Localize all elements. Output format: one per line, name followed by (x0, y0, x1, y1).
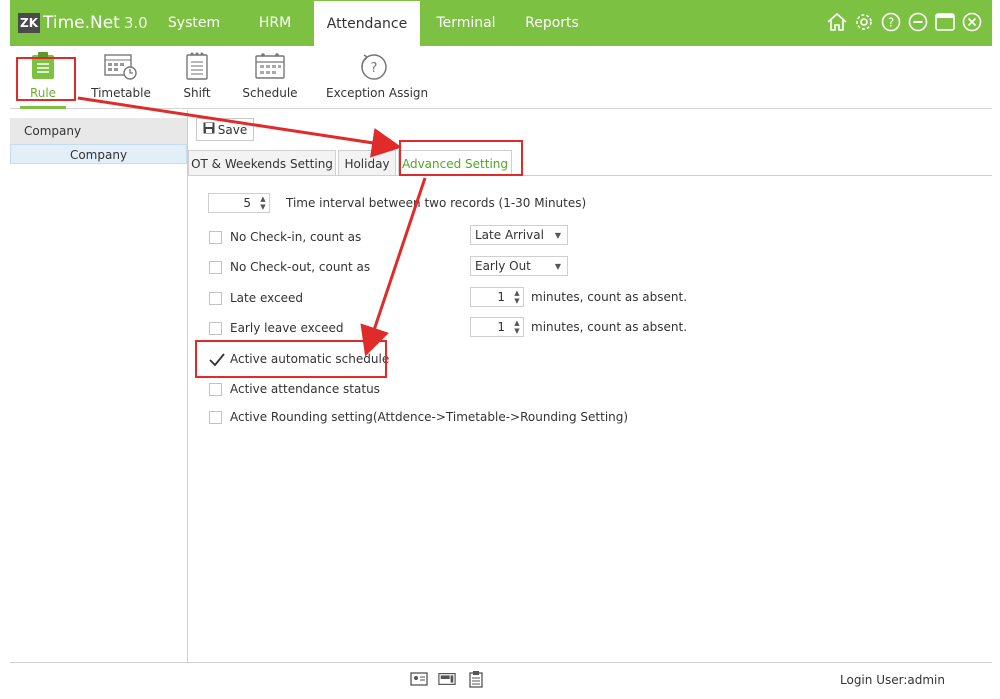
schedule-icon (254, 51, 286, 84)
tab-ot-weekends-setting[interactable]: OT & Weekends Setting (188, 150, 336, 176)
menu-tab-reports[interactable]: Reports (518, 0, 586, 46)
toolbar-timetable-label: Timetable (91, 86, 151, 100)
active-rounding-checkbox[interactable] (209, 411, 222, 424)
tab-holiday[interactable]: Holiday (338, 150, 396, 176)
no-checkout-select[interactable]: Early Out ▼ (470, 256, 568, 276)
interval-stepper[interactable]: 5 ▲ ▼ (208, 193, 270, 213)
login-user-label: Login User:admin (840, 673, 945, 687)
checkmark-icon (209, 353, 225, 367)
menu-tab-terminal[interactable]: Terminal (430, 0, 502, 46)
late-exceed-suffix: minutes, count as absent. (531, 290, 688, 304)
device-icon[interactable] (438, 670, 456, 688)
id-card-icon[interactable] (410, 670, 428, 688)
logo-badge: ZK (18, 13, 40, 33)
save-icon (203, 122, 215, 137)
toolbar (10, 46, 992, 109)
close-icon[interactable] (961, 11, 983, 33)
interval-value: 5 (243, 196, 251, 210)
late-exceed-stepper[interactable]: 1 ▲ ▼ (470, 287, 524, 307)
tab-advanced-setting[interactable]: Advanced Setting (398, 150, 512, 176)
home-icon[interactable] (826, 11, 848, 33)
toolbar-schedule-label: Schedule (242, 86, 298, 100)
early-leave-exceed-stepper[interactable]: 1 ▲ ▼ (470, 317, 524, 337)
toolbar-rule-label: Rule (29, 86, 57, 100)
save-label: Save (217, 122, 248, 137)
toolbar-exception-assign[interactable]: ? Exception Assign (326, 46, 429, 106)
help-icon[interactable]: ? (880, 11, 902, 33)
stepper-arrows-icon[interactable]: ▲ ▼ (257, 195, 269, 211)
toolbar-rule[interactable]: Rule (14, 46, 72, 109)
shift-icon (184, 51, 210, 84)
rule-icon (30, 51, 56, 84)
active-attendance-status-label: Active attendance status (230, 382, 380, 396)
toolbar-shift[interactable]: Shift (172, 46, 222, 106)
early-leave-exceed-suffix: minutes, count as absent. (531, 320, 688, 334)
late-exceed-label: Late exceed (230, 291, 303, 305)
chevron-down-icon: ▼ (554, 230, 561, 240)
toolbar-shift-label: Shift (183, 86, 211, 100)
no-checkin-select[interactable]: Late Arrival ▼ (470, 225, 568, 245)
early-leave-exceed-label: Early leave exceed (230, 321, 344, 335)
no-checkout-checkbox[interactable] (209, 261, 222, 274)
svg-text:?: ? (371, 61, 378, 76)
interval-label: Time interval between two records (1-30 … (286, 196, 587, 210)
save-button[interactable]: Save (196, 118, 254, 141)
toolbar-schedule[interactable]: Schedule (238, 46, 302, 106)
active-attendance-status-checkbox[interactable] (209, 383, 222, 396)
no-checkin-selected: Late Arrival (475, 228, 544, 242)
late-exceed-value: 1 (497, 290, 505, 304)
toolbar-timetable[interactable]: Timetable (88, 46, 154, 106)
tab-divider (188, 175, 992, 176)
toolbar-exception-assign-label: Exception Assign (326, 86, 429, 100)
menu-tab-attendance[interactable]: Attendance (314, 1, 420, 46)
menu-tab-hrm[interactable]: HRM (245, 0, 305, 46)
late-exceed-checkbox[interactable] (209, 292, 222, 305)
active-rounding-label: Active Rounding setting(Attdence->Timeta… (230, 410, 629, 424)
no-checkout-selected: Early Out (475, 259, 531, 273)
stepper-arrows-icon[interactable]: ▲ ▼ (511, 319, 523, 335)
gear-icon[interactable] (853, 11, 875, 33)
early-leave-exceed-checkbox[interactable] (209, 322, 222, 335)
left-panel: Company Company (10, 110, 188, 662)
app-name: Time.Net (43, 13, 120, 33)
window-controls: ? (826, 11, 983, 33)
exception-assign-icon: ? (357, 51, 391, 86)
menu-tab-system[interactable]: System (158, 0, 230, 46)
early-leave-exceed-value: 1 (497, 320, 505, 334)
no-checkout-label: No Check-out, count as (230, 260, 371, 274)
left-panel-header: Company (10, 118, 187, 144)
clipboard-icon[interactable] (467, 670, 485, 688)
stepper-arrows-icon[interactable]: ▲ ▼ (511, 289, 523, 305)
app-version: 3.0 (123, 14, 148, 32)
no-checkin-label: No Check-in, count as (230, 230, 362, 244)
company-tree-item[interactable]: Company (10, 144, 187, 164)
maximize-icon[interactable] (934, 11, 956, 33)
timetable-icon (103, 51, 139, 84)
app-logo: ZK Time.Net 3.0 (18, 10, 148, 36)
svg-text:?: ? (888, 16, 894, 30)
active-auto-schedule-checkbox[interactable] (209, 353, 225, 367)
no-checkin-checkbox[interactable] (209, 231, 222, 244)
chevron-down-icon: ▼ (554, 261, 561, 271)
minimize-icon[interactable] (907, 11, 929, 33)
active-auto-schedule-label: Active automatic schedule (230, 352, 390, 366)
